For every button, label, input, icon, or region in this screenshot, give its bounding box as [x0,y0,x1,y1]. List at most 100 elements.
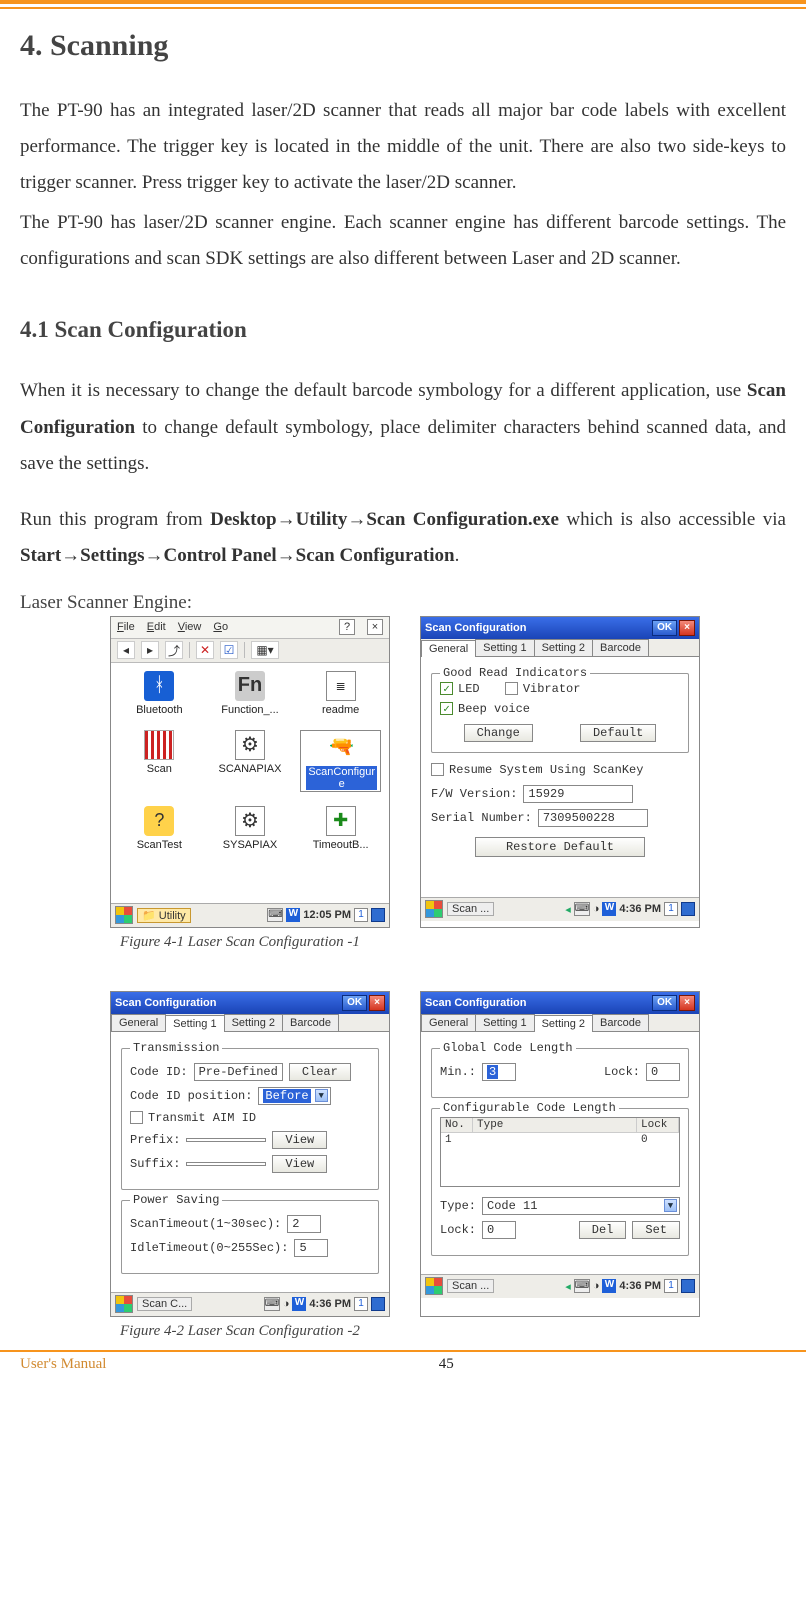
windows-stack-icon[interactable] [681,902,695,916]
kbd-icon[interactable]: ⌨ [267,908,283,922]
min-input[interactable]: 3 [482,1063,516,1081]
tab-barcode[interactable]: Barcode [592,1014,649,1031]
icon-scanapiax[interactable]: ⚙ SCANAPIAX [210,730,291,792]
tab-barcode[interactable]: Barcode [282,1014,339,1031]
start-icon[interactable] [425,900,443,918]
icon-scanconfigure[interactable]: 🔫 ScanConfigur e [300,730,381,792]
codeid-value[interactable]: Pre-Defined [194,1063,283,1081]
code-length-list[interactable]: No. Type Lock 1 0 [440,1117,680,1187]
one-icon[interactable]: 1 [664,1279,678,1293]
tab-setting2[interactable]: Setting 2 [534,639,593,656]
ok-button[interactable]: OK [652,995,677,1011]
change-button[interactable]: Change [464,724,533,742]
chk-vibrator[interactable]: ✓Vibrator [505,682,581,696]
kbd-icon[interactable]: ⌨ [574,902,590,916]
refresh-icon[interactable]: ☑ [220,641,238,659]
taskbar-app[interactable]: Scan ... [447,1279,494,1293]
network-icon[interactable]: ◑ [283,1298,290,1310]
w-icon[interactable]: W [292,1297,306,1311]
tab-general[interactable]: General [421,1014,476,1031]
network-icon[interactable]: ◑ [593,1280,600,1292]
icon-sysapiax[interactable]: ⚙ SYSAPIAX [210,806,291,851]
chk-beep[interactable]: ✓Beep voice [440,702,530,716]
icon-function[interactable]: Fn Function_... [210,671,291,716]
ok-button[interactable]: OK [652,620,677,636]
prefix-input[interactable] [186,1138,266,1142]
close-icon[interactable]: × [679,620,695,636]
scantimeout-input[interactable]: 2 [287,1215,321,1233]
forward-icon[interactable]: ▸ [141,641,159,659]
lock2-input[interactable]: 0 [482,1221,516,1239]
menu-file[interactable]: File [117,621,135,633]
windows-stack-icon[interactable] [681,1279,695,1293]
lock2-label: Lock: [440,1223,476,1237]
window-title: Scan Configuration [425,622,526,634]
list-row[interactable]: 1 0 [441,1133,679,1147]
windows-stack-icon[interactable] [371,1297,385,1311]
close-icon[interactable]: × [369,995,385,1011]
menu-go[interactable]: Go [213,621,228,633]
close-icon[interactable]: × [367,619,383,635]
taskbar-utility[interactable]: 📁 Utility [137,908,191,923]
menu-view[interactable]: View [178,621,202,633]
back-icon[interactable]: ◂ [117,641,135,659]
tab-setting2[interactable]: Setting 2 [534,1015,593,1032]
icon-scan[interactable]: Scan [119,730,200,792]
ok-button[interactable]: OK [342,995,367,1011]
taskbar-app[interactable]: Scan ... [447,902,494,916]
suffix-input[interactable] [186,1162,266,1166]
chk-transmit-aim[interactable]: ✓Transmit AIM ID [130,1111,256,1125]
prefix-label: Prefix: [130,1133,180,1147]
tab-general[interactable]: General [111,1014,166,1031]
w-icon[interactable]: W [286,908,300,922]
kbd-icon[interactable]: ⌨ [264,1297,280,1311]
tab-barcode[interactable]: Barcode [592,639,649,656]
set-button[interactable]: Set [632,1221,680,1239]
start-icon[interactable] [115,1295,133,1313]
one-icon[interactable]: 1 [354,908,368,922]
view-button[interactable]: View [272,1131,327,1149]
help-icon[interactable]: ? [339,619,355,635]
chk-led[interactable]: ✓LED [440,682,480,696]
type-select[interactable]: Code 11▼ [482,1197,680,1215]
idletimeout-input[interactable]: 5 [294,1239,328,1257]
chk-resume[interactable]: ✓Resume System Using ScanKey [431,763,643,777]
menu-edit[interactable]: Edit [147,621,166,633]
view-dropdown[interactable]: ▦▾ [251,641,279,659]
back-icon[interactable]: ◂ [565,903,571,916]
icon-scantest[interactable]: ? ScanTest [119,806,200,851]
figure-caption: Figure 4-2 Laser Scan Configuration -2 [120,1323,786,1340]
network-icon[interactable]: ◑ [593,903,600,915]
tab-general[interactable]: General [421,640,476,657]
icon-readme[interactable]: ≣ readme [300,671,381,716]
start-icon[interactable] [115,906,133,924]
tab-setting2[interactable]: Setting 2 [224,1014,283,1031]
del-button[interactable]: Del [579,1221,627,1239]
taskbar-app[interactable]: Scan C... [137,1297,192,1311]
lock-input[interactable]: 0 [646,1063,680,1081]
delete-icon[interactable]: ✕ [196,641,214,659]
kbd-icon[interactable]: ⌨ [574,1279,590,1293]
up-icon[interactable]: ⤴ [165,641,183,659]
restore-default-button[interactable]: Restore Default [475,837,645,857]
suffix-label: Suffix: [130,1157,180,1171]
w-icon[interactable]: W [602,902,616,916]
view-button[interactable]: View [272,1155,327,1173]
back-icon[interactable]: ◂ [565,1280,571,1293]
tab-setting1[interactable]: Setting 1 [165,1015,224,1032]
start-icon[interactable] [425,1277,443,1295]
one-icon[interactable]: 1 [354,1297,368,1311]
taskbar-time: 4:36 PM [619,903,661,915]
one-icon[interactable]: 1 [664,902,678,916]
icon-bluetooth[interactable]: ᚼ Bluetooth [119,671,200,716]
w-icon[interactable]: W [602,1279,616,1293]
file-icon: ⚙ [235,730,265,760]
icon-timeoutb[interactable]: ✚ TimeoutB... [300,806,381,851]
windows-stack-icon[interactable] [371,908,385,922]
clear-button[interactable]: Clear [289,1063,351,1081]
tab-setting1[interactable]: Setting 1 [475,639,534,656]
default-button[interactable]: Default [580,724,656,742]
tab-setting1[interactable]: Setting 1 [475,1014,534,1031]
close-icon[interactable]: × [679,995,695,1011]
codeidpos-select[interactable]: Before▼ [258,1087,330,1105]
